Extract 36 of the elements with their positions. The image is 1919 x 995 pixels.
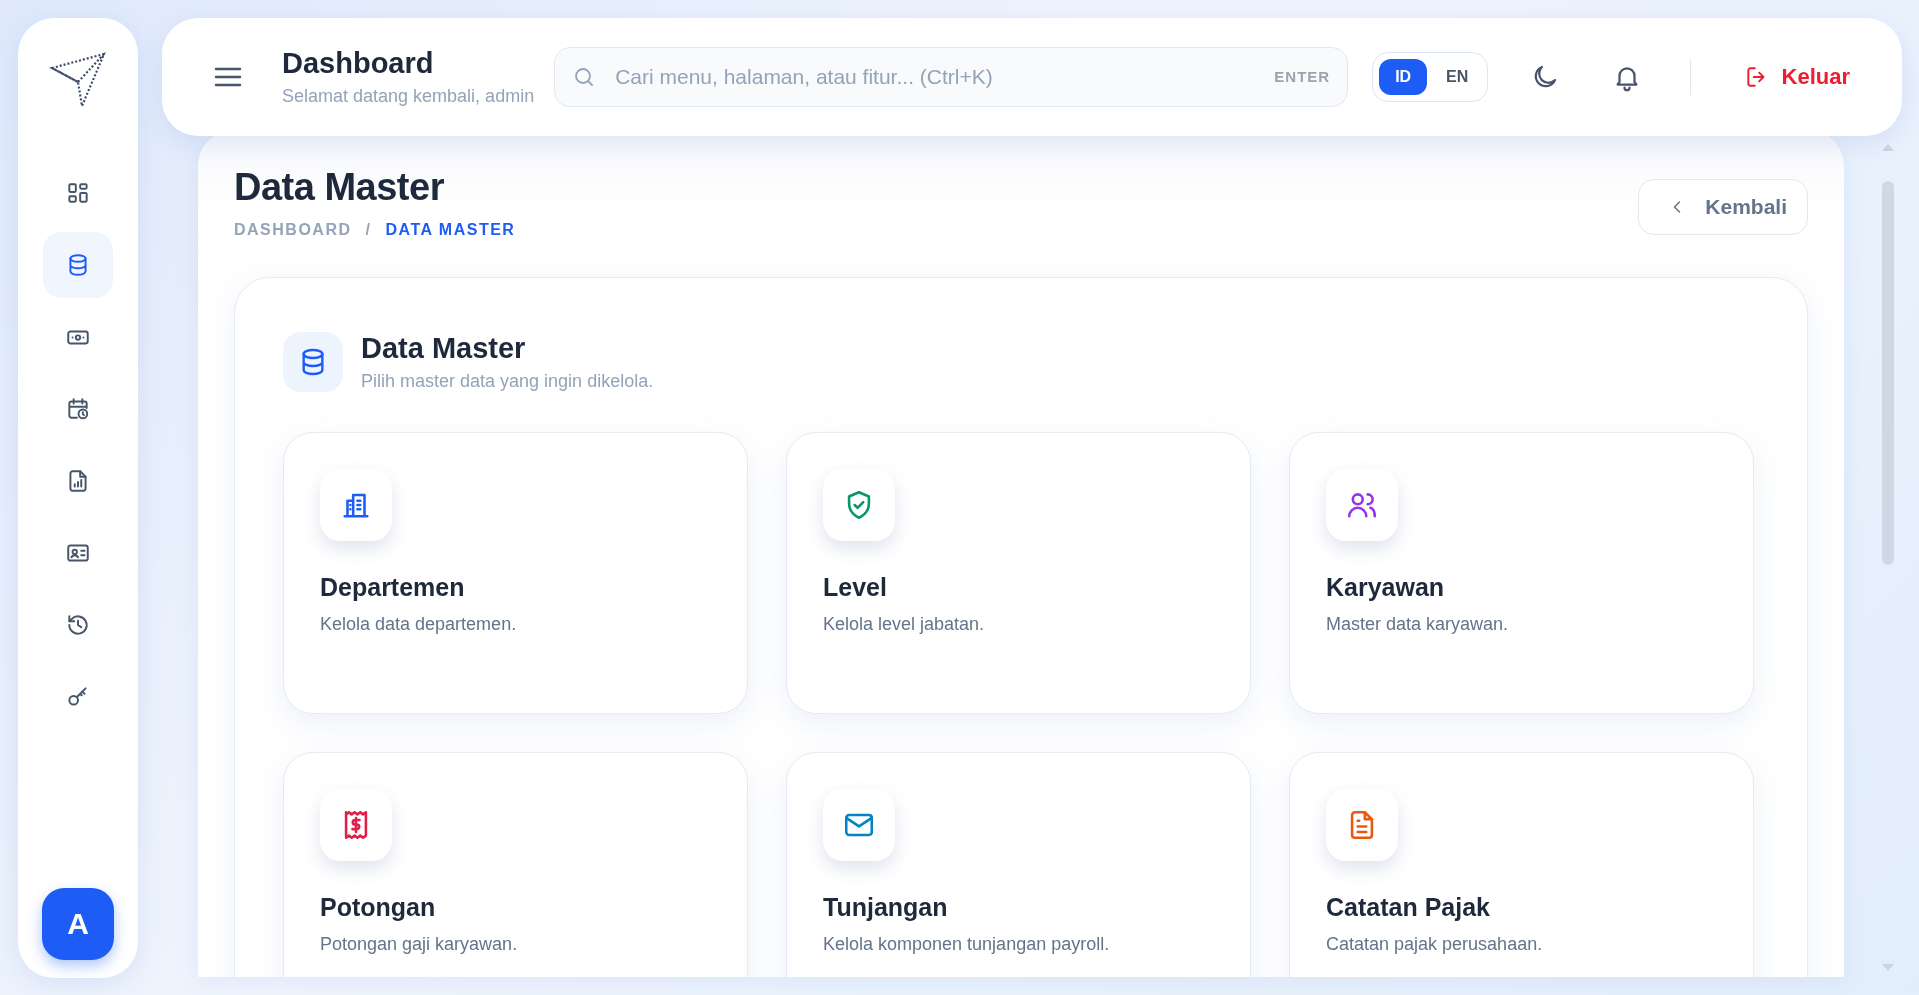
master-card[interactable]: Karyawan Master data karyawan. (1289, 432, 1754, 714)
language-option[interactable]: EN (1433, 59, 1482, 95)
card-title: Karyawan (1326, 573, 1446, 602)
card-title: Catatan Pajak (1326, 893, 1491, 922)
language-option[interactable]: ID (1379, 59, 1428, 95)
page-title: Data Master (234, 166, 445, 209)
breadcrumb-separator: / (365, 221, 372, 239)
history-icon (65, 612, 91, 638)
card-description: Kelola level jabatan. (823, 614, 985, 634)
master-card[interactable]: Departemen Kelola data departemen. (283, 432, 748, 714)
card-title: Departemen (320, 573, 466, 602)
card-description: Potongan gaji karyawan. (320, 934, 518, 954)
user-avatar[interactable]: A (42, 888, 114, 960)
master-card[interactable]: Tunjangan Kelola komponen tunjangan payroll. (786, 752, 1251, 977)
master-card[interactable]: Level Kelola level jabatan. (786, 432, 1251, 714)
calendar-clock-icon (65, 396, 91, 422)
card-description: Kelola komponen tunjangan payroll. (823, 934, 1110, 954)
card-title: Potongan (320, 893, 437, 922)
page-header-title: Dashboard (282, 47, 435, 80)
card-title: Level (823, 573, 888, 602)
card-title: Tunjangan (823, 893, 949, 922)
logout-button[interactable]: Keluar (1743, 64, 1850, 90)
breadcrumb-item[interactable]: DATA MASTER (385, 221, 516, 239)
panel-subtitle: Pilih master data yang ingin dikelola. (361, 371, 654, 391)
card-description: Catatan pajak perusahaan. (1326, 934, 1543, 954)
master-card[interactable]: Potongan Potongan gaji karyawan. (283, 752, 748, 977)
scrollbar-thumb[interactable] (1882, 181, 1894, 565)
panel-title: Data Master (361, 332, 527, 365)
master-card[interactable]: Catatan Pajak Catatan pajak perusahaan. (1289, 752, 1754, 977)
grid-icon (65, 180, 91, 206)
card-description: Master data karyawan. (1326, 614, 1509, 634)
shortcut-hint: ENTER (1274, 68, 1331, 85)
card-description: Kelola data departemen. (320, 614, 517, 634)
sidebar-item[interactable] (43, 232, 113, 298)
welcome-text: Selamat datang kembali, admin (282, 86, 535, 107)
back-button[interactable]: Kembali (1638, 179, 1808, 235)
